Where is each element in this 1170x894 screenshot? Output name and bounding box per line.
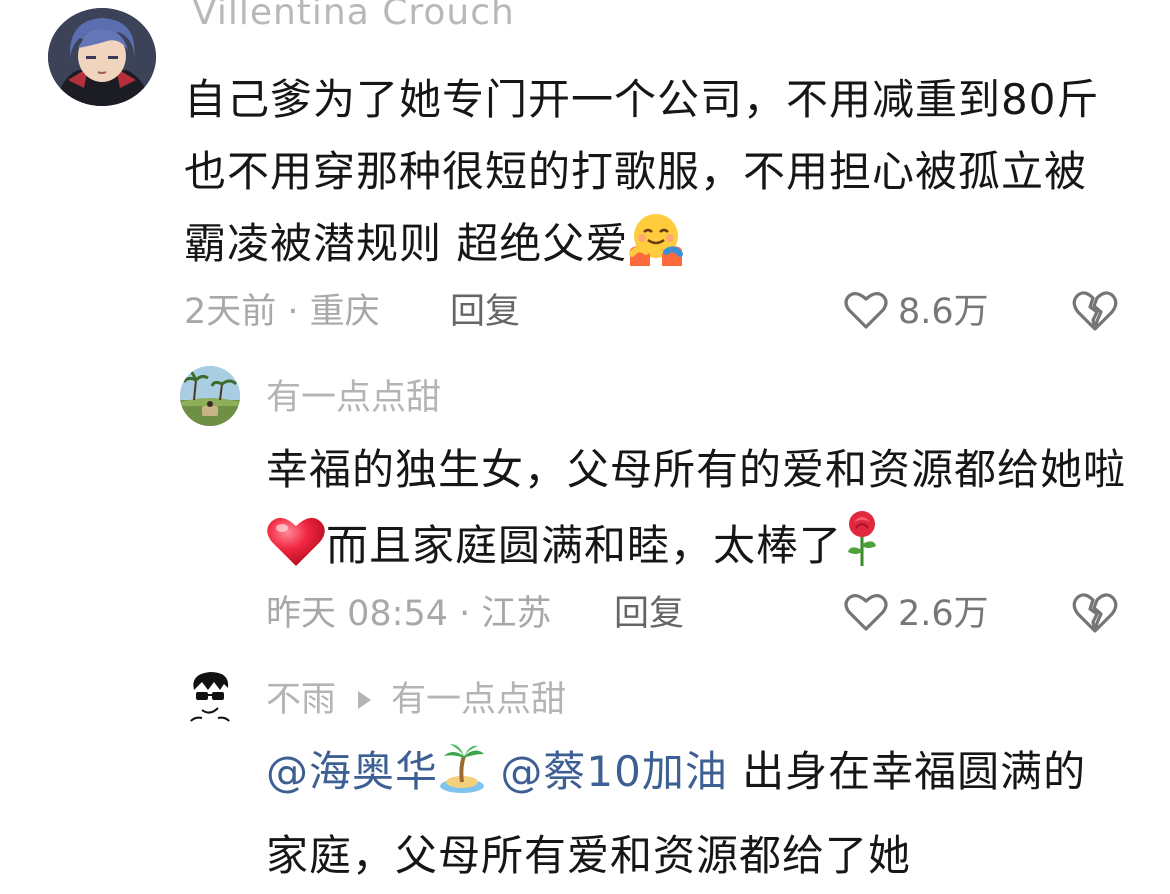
like-button[interactable]: 2.6万	[844, 590, 989, 638]
reply-body-part1: 幸福的独生女，父母所有的爱和资源都给她啦	[266, 445, 1127, 494]
reply-meta-row: 昨天 08:54 · 江苏 回复 2.6万	[266, 590, 1146, 640]
mention-link[interactable]: @蔡10加油	[500, 747, 727, 796]
dislike-broken-heart-icon[interactable]	[1072, 290, 1118, 336]
avatar[interactable]	[48, 8, 156, 106]
comment-text: 自己爹为了她专门开一个公司，不用减重到80斤也不用穿那种很短的打歌服，不用担心被…	[184, 64, 1124, 288]
comment-timestamp-location: 2天前 · 重庆	[184, 292, 380, 332]
heart-outline-icon	[844, 592, 888, 636]
reply-button[interactable]: 回复	[450, 288, 520, 336]
avatar[interactable]	[180, 366, 240, 426]
reply-header: 不雨 有一点点甜	[266, 676, 566, 724]
reply-body-part2: 而且家庭圆满和睦，太棒了	[326, 521, 843, 570]
reply-button[interactable]: 回复	[614, 590, 684, 638]
reply-timestamp-location: 昨天 08:54 · 江苏	[266, 594, 552, 634]
reply-to-arrow-icon	[358, 691, 372, 709]
comment-meta-row: 2天前 · 重庆 回复 8.6万	[184, 288, 1144, 338]
reply-username[interactable]: 有一点点甜	[266, 374, 441, 422]
rose-emoji-icon	[842, 508, 882, 592]
reply-username[interactable]: 不雨	[266, 676, 336, 724]
like-button[interactable]: 8.6万	[844, 288, 989, 336]
heart-outline-icon	[844, 290, 888, 334]
dislike-broken-heart-icon[interactable]	[1072, 592, 1118, 638]
desert-island-emoji-icon	[438, 740, 486, 818]
like-count: 8.6万	[898, 292, 989, 332]
username[interactable]: Villentina Crouch	[192, 0, 515, 33]
hugging-face-emoji-icon	[628, 210, 684, 288]
avatar[interactable]	[180, 668, 240, 728]
mention-link[interactable]: @海奥华	[266, 747, 438, 796]
red-heart-emoji-icon	[266, 514, 326, 592]
reply-text: @海奥华 @蔡10加油 出身在幸福圆满的家庭，父母所有爱和资源都给了她	[266, 734, 1126, 894]
reply-text: 幸福的独生女，父母所有的爱和资源都给她啦 而且家庭圆满和睦，太棒了	[266, 432, 1126, 592]
reply-to-username[interactable]: 有一点点甜	[391, 676, 566, 724]
like-count: 2.6万	[898, 594, 989, 634]
